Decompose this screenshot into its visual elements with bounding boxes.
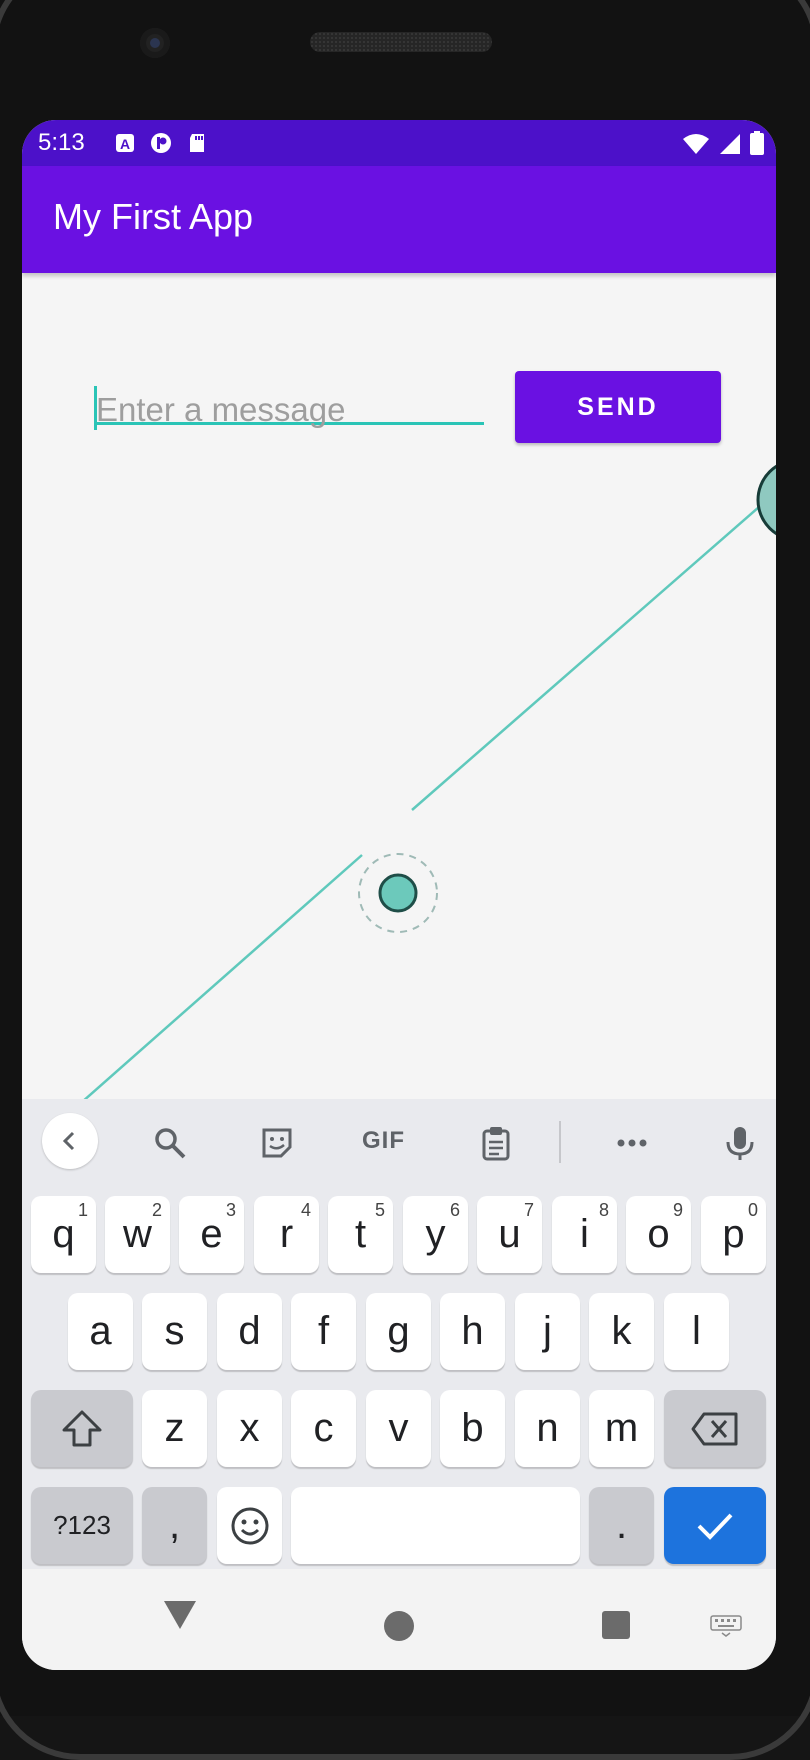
key-hint: 6 (449, 1200, 460, 1220)
key-g[interactable]: g (366, 1293, 431, 1370)
key-z[interactable]: z (142, 1390, 207, 1467)
emoji-icon (231, 1507, 268, 1544)
key-a[interactable]: a (68, 1293, 133, 1370)
keyboard-toolbar: GIF (22, 1099, 776, 1183)
navigation-bar (22, 1569, 776, 1670)
key-label: w (123, 1212, 152, 1256)
key-hint: 7 (523, 1200, 534, 1220)
key-hint: 3 (225, 1200, 236, 1220)
key-label: i (580, 1212, 589, 1256)
key-t[interactable]: t5 (328, 1196, 393, 1273)
key-x[interactable]: x (217, 1390, 282, 1467)
toolbar-back-button[interactable] (42, 1113, 98, 1169)
space-key[interactable] (291, 1487, 580, 1564)
key-label: p (722, 1212, 745, 1256)
back-arrow-icon (62, 1131, 75, 1151)
earpiece-speaker (310, 32, 492, 52)
key-o[interactable]: o9 (626, 1196, 691, 1273)
key-m[interactable]: m (589, 1390, 654, 1467)
checkmark-icon (697, 1513, 733, 1540)
key-label: e (200, 1212, 223, 1256)
key-s[interactable]: s (142, 1293, 207, 1370)
toolbar-divider (559, 1121, 561, 1163)
key-label: u (498, 1212, 521, 1256)
key-h[interactable]: h (440, 1293, 505, 1370)
key-c[interactable]: c (291, 1390, 356, 1467)
period-key[interactable]: . (589, 1487, 654, 1564)
key-hint: 0 (747, 1200, 758, 1220)
gesture-touch-point[interactable] (378, 873, 418, 913)
backspace-key[interactable] (664, 1390, 766, 1467)
gesture-endpoint-right[interactable] (756, 460, 776, 540)
home-icon[interactable] (384, 1611, 414, 1641)
shift-key[interactable] (31, 1390, 133, 1467)
front-camera (140, 28, 170, 58)
sticker-icon[interactable] (259, 1125, 295, 1161)
key-k[interactable]: k (589, 1293, 654, 1370)
key-r[interactable]: r4 (254, 1196, 319, 1273)
key-j[interactable]: j (515, 1293, 580, 1370)
key-q[interactable]: q1 (31, 1196, 96, 1273)
back-icon[interactable] (162, 1599, 198, 1631)
key-v[interactable]: v (366, 1390, 431, 1467)
mic-icon[interactable] (722, 1125, 758, 1161)
key-hint: 8 (598, 1200, 609, 1220)
gesture-line-top (411, 499, 768, 811)
key-b[interactable]: b (440, 1390, 505, 1467)
more-icon[interactable] (614, 1125, 650, 1161)
key-u[interactable]: u7 (477, 1196, 542, 1273)
key-label: q (52, 1212, 75, 1256)
recents-icon[interactable] (602, 1611, 630, 1639)
key-y[interactable]: y6 (403, 1196, 468, 1273)
comma-key[interactable]: , (142, 1487, 207, 1564)
keyboard-switch-icon[interactable] (710, 1615, 742, 1637)
phone-screen: 5:13 A My First App Enter a message SEND… (22, 120, 776, 1670)
key-label: y (425, 1212, 446, 1256)
gif-button[interactable]: GIF (362, 1127, 405, 1155)
search-icon[interactable] (152, 1125, 188, 1161)
symbols-key[interactable]: ?123 (31, 1487, 133, 1564)
backspace-icon (691, 1412, 738, 1445)
key-p[interactable]: p0 (701, 1196, 766, 1273)
key-i[interactable]: i8 (552, 1196, 617, 1273)
key-e[interactable]: e3 (179, 1196, 244, 1273)
key-label: r (279, 1212, 294, 1256)
key-hint: 5 (374, 1200, 385, 1220)
soft-keyboard: GIF q1 w2 e3 r4 t5 y 6 u 7 i 8 o 9 p 0 a… (22, 1099, 776, 1569)
key-d[interactable]: d (217, 1293, 282, 1370)
key-hint: 9 (672, 1200, 683, 1220)
key-w[interactable]: w2 (105, 1196, 170, 1273)
done-key[interactable] (664, 1487, 766, 1564)
key-hint: 4 (300, 1200, 311, 1220)
emoji-key[interactable] (217, 1487, 282, 1564)
key-hint: 1 (77, 1200, 88, 1220)
key-n[interactable]: n (515, 1390, 580, 1467)
key-l[interactable]: l (664, 1293, 729, 1370)
shift-icon (62, 1410, 102, 1446)
key-f[interactable]: f (291, 1293, 356, 1370)
key-label: t (354, 1212, 367, 1256)
key-label: o (647, 1212, 670, 1256)
key-hint: 2 (151, 1200, 162, 1220)
clipboard-icon[interactable] (478, 1125, 514, 1161)
